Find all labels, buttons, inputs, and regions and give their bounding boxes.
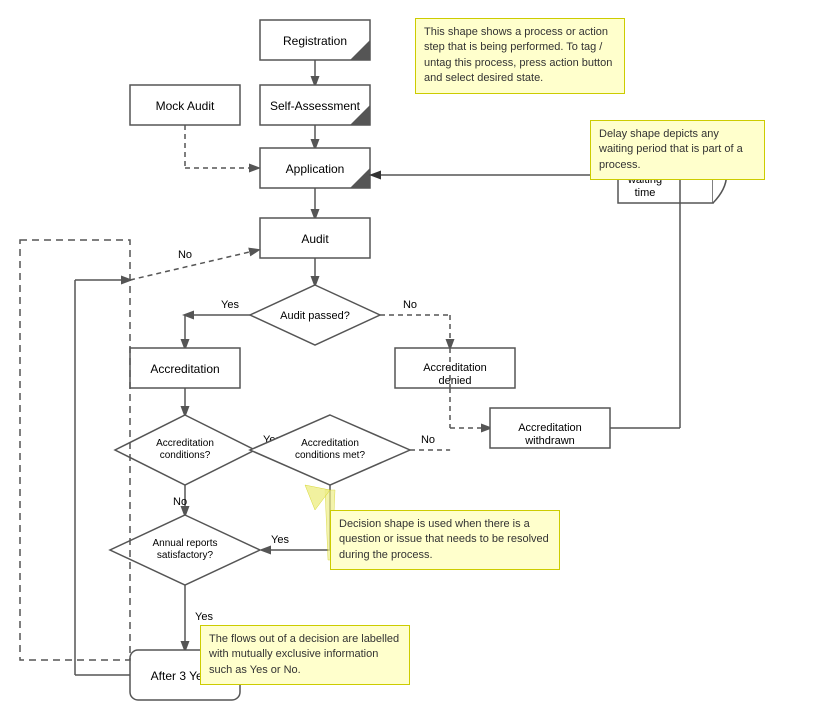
delay-tooltip-text: Delay shape depicts any waiting period t… [599,128,743,171]
decision-tooltip-text: Decision shape is used when there is a q… [339,518,549,561]
yes-label-3: Yes [271,534,289,546]
acc-cond-met-label2: conditions met? [295,450,365,461]
no-label-3: No [173,496,187,508]
self-assessment-label: Self-Assessment [270,99,361,113]
accreditation-denied-label2: denied [438,375,471,387]
decision-tooltip: Decision shape is used when there is a q… [330,510,560,570]
acc-withdrawn-label: Accreditation [518,422,582,434]
no-label-2: No [421,434,435,446]
mock-audit-label: Mock Audit [156,99,215,113]
yes-label-4: Yes [195,611,213,623]
accreditation-cond-label2: conditions? [160,450,211,461]
no-label-1: No [403,299,417,311]
flow-tooltip-text: The flows out of a decision are labelled… [209,633,399,676]
acc-withdrawn-label2: withdrawn [524,435,575,447]
audit-passed-label: Audit passed? [280,310,350,322]
acc-cond-met-label: Accreditation [301,438,359,449]
flowchart-diagram: Registration Mock Audit Self-Assessment … [0,0,826,725]
no-label-outer: No [178,249,192,261]
waiting-label3: time [635,187,656,199]
accreditation-denied-label: Accreditation [423,362,487,374]
flow-tooltip: The flows out of a decision are labelled… [200,625,410,685]
audit-label: Audit [301,232,329,246]
annual-reports-label: Annual reports [152,538,217,549]
process-tooltip-text: This shape shows a process or action ste… [424,26,612,84]
delay-tooltip: Delay shape depicts any waiting period t… [590,120,765,180]
application-label: Application [286,162,345,176]
registration-label: Registration [283,34,347,48]
accreditation-cond-label: Accreditation [156,438,214,449]
annual-reports-label2: satisfactory? [157,550,214,561]
accreditation-label: Accreditation [150,362,219,376]
yes-label-1: Yes [221,299,239,311]
process-tooltip: This shape shows a process or action ste… [415,18,625,94]
